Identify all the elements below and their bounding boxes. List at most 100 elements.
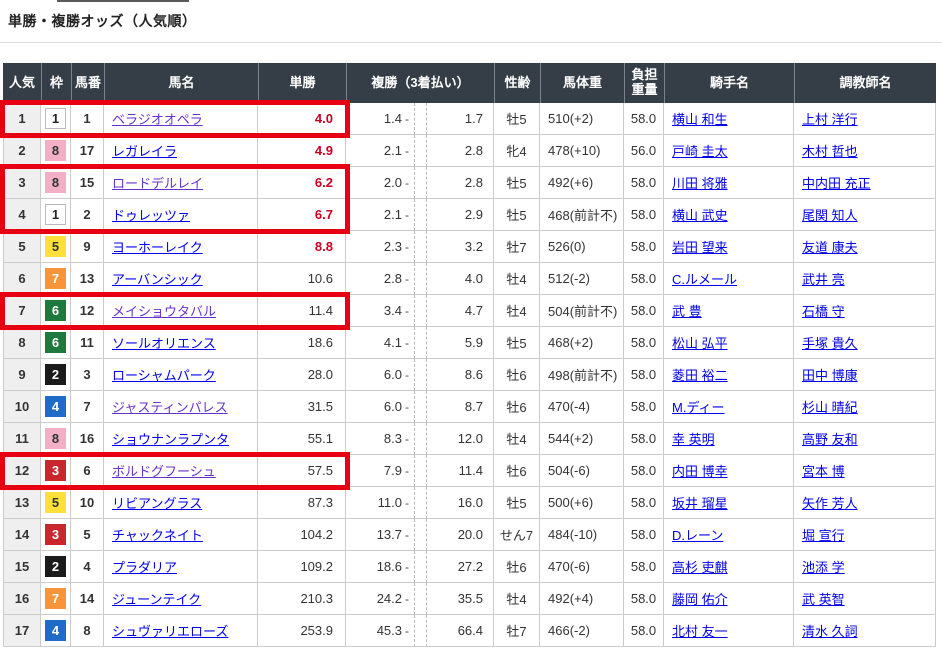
table-header-row: 人気枠馬番馬名単勝複勝（3着払い）性齢馬体重負担 重量騎手名調教師名 [3,63,936,103]
horse-name-link[interactable]: リビアングラス [112,493,202,512]
trainer-link[interactable]: 木村 哲也 [802,141,858,160]
place-odds-dash: - [405,112,409,126]
jockey-link[interactable]: 川田 将雅 [672,173,728,192]
trainer-link[interactable]: 尾関 知人 [802,205,858,224]
horse-name-link[interactable]: ドゥレッツァ [112,205,190,224]
win-odds-value: 18.6 [308,335,333,350]
waku-cell: 2 [41,551,71,583]
trainer-link[interactable]: 池添 学 [802,557,845,576]
horse-name-link[interactable]: ローシャムパーク [112,365,216,384]
odds-table: 人気枠馬番馬名単勝複勝（3着払い）性齢馬体重負担 重量騎手名調教師名 111ベラ… [3,63,936,647]
place-odds: 24.2-35.5 [346,583,494,615]
waku-cell: 7 [41,583,71,615]
horse-name-cell: ベラジオオペラ [104,103,258,135]
rank-cell: 17 [3,615,41,647]
column-header-num: 馬番 [71,63,104,103]
jockey-link[interactable]: 北村 友一 [672,621,728,640]
place-odds-dash: - [405,304,409,318]
horse-name-cell: ローシャムパーク [104,359,258,391]
jockey-link[interactable]: C.ルメール [672,269,737,288]
trainer-link[interactable]: 手塚 貴久 [802,333,858,352]
horse-weight: 544(+2) [540,423,624,455]
place-odds-divider [414,199,427,231]
trainer-link[interactable]: 清水 久詞 [802,621,858,640]
trainer-link[interactable]: 上村 洋行 [802,109,858,128]
trainer-link[interactable]: 武 英智 [802,589,845,608]
horse-name-link[interactable]: ボルドグフーシュ [112,461,216,480]
jockey-link[interactable]: D.レーン [672,525,723,544]
win-odds: 4.0 [258,103,346,135]
trainer-link[interactable]: 堀 宣行 [802,525,845,544]
jockey-cell: 菱田 裕二 [664,359,794,391]
jockey-link[interactable]: 内田 博幸 [672,461,728,480]
rank-cell: 3 [3,167,41,199]
horse-name-link[interactable]: プラダリア [112,557,177,576]
horse-weight: 484(-10) [540,519,624,551]
horse-number: 7 [71,391,104,423]
win-odds: 55.1 [258,423,346,455]
trainer-link[interactable]: 石橋 守 [802,301,845,320]
jockey-cell: C.ルメール [664,263,794,295]
trainer-link[interactable]: 杉山 晴紀 [802,397,858,416]
jockey-link[interactable]: 横山 武史 [672,205,728,224]
jockey-link[interactable]: 坂井 瑠星 [672,493,728,512]
place-odds-high: 16.0 [427,495,493,510]
trainer-link[interactable]: 友道 康夫 [802,237,858,256]
horse-name-link[interactable]: ヨーホーレイク [112,237,203,256]
horse-number: 15 [71,167,104,199]
impost: 58.0 [624,455,664,487]
horse-name-link[interactable]: チャックネイト [112,525,203,544]
trainer-link[interactable]: 中内田 充正 [802,173,871,192]
table-row: 6713アーバンシック10.62.8-4.0牡4512(-2)58.0C.ルメー… [3,263,936,295]
place-odds-low: 18.6 [346,559,402,574]
horse-name-link[interactable]: ジャスティンパレス [112,397,228,416]
horse-name-link[interactable]: ソールオリエンス [112,333,216,352]
win-odds-value: 4.0 [315,111,333,126]
jockey-link[interactable]: 高杉 吏麒 [672,557,728,576]
sex-age: 牡5 [494,199,540,231]
trainer-link[interactable]: 宮本 博 [802,461,845,480]
jockey-link[interactable]: 岩田 望来 [672,237,728,256]
horse-name-link[interactable]: ロードデルレイ [112,173,203,192]
jockey-link[interactable]: 戸崎 圭太 [672,141,728,160]
jockey-link[interactable]: M.ディー [672,397,725,416]
win-odds: 6.2 [258,167,346,199]
table-row: 3815ロードデルレイ6.22.0-2.8牡5492(+6)58.0川田 将雅中… [3,167,936,199]
horse-name-link[interactable]: ショウナンラプンタ [112,429,229,448]
impost: 58.0 [624,199,664,231]
place-odds: 2.1-2.8 [346,135,494,167]
jockey-link[interactable]: 松山 弘平 [672,333,728,352]
jockey-link[interactable]: 幸 英明 [672,429,715,448]
jockey-link[interactable]: 横山 和生 [672,109,728,128]
place-odds-divider [414,327,427,359]
horse-number: 11 [71,327,104,359]
trainer-link[interactable]: 矢作 芳人 [802,493,858,512]
jockey-link[interactable]: 藤岡 佑介 [672,589,728,608]
trainer-link[interactable]: 田中 博康 [802,365,858,384]
place-odds-high: 4.7 [427,303,493,318]
win-odds: 104.2 [258,519,346,551]
horse-name-link[interactable]: レガレイラ [112,141,177,160]
table-row: 8611ソールオリエンス18.64.1-5.9牡5468(+2)58.0松山 弘… [3,327,936,359]
waku-cell: 5 [41,231,71,263]
trainer-link[interactable]: 高野 友和 [802,429,858,448]
horse-name-link[interactable]: ベラジオオペラ [112,109,203,128]
horse-number: 4 [71,551,104,583]
win-odds-value: 11.4 [309,303,333,318]
horse-name-link[interactable]: メイショウタバル [112,301,216,320]
horse-weight: 526(0) [540,231,624,263]
trainer-link[interactable]: 武井 亮 [802,269,845,288]
place-odds-low: 2.1 [346,143,402,158]
trainer-cell: 武井 亮 [794,263,936,295]
place-odds-high: 11.4 [427,463,493,478]
jockey-link[interactable]: 菱田 裕二 [672,365,728,384]
horse-name-link[interactable]: シュヴァリエローズ [112,621,228,640]
horse-name-link[interactable]: ジューンテイク [112,589,201,608]
rank-cell: 11 [3,423,41,455]
jockey-link[interactable]: 武 豊 [672,301,702,320]
horse-name-link[interactable]: アーバンシック [112,269,203,288]
place-odds-divider [414,519,427,551]
place-odds: 1.4-1.7 [346,103,494,135]
horse-name-cell: リビアングラス [104,487,258,519]
win-odds: 253.9 [258,615,346,647]
